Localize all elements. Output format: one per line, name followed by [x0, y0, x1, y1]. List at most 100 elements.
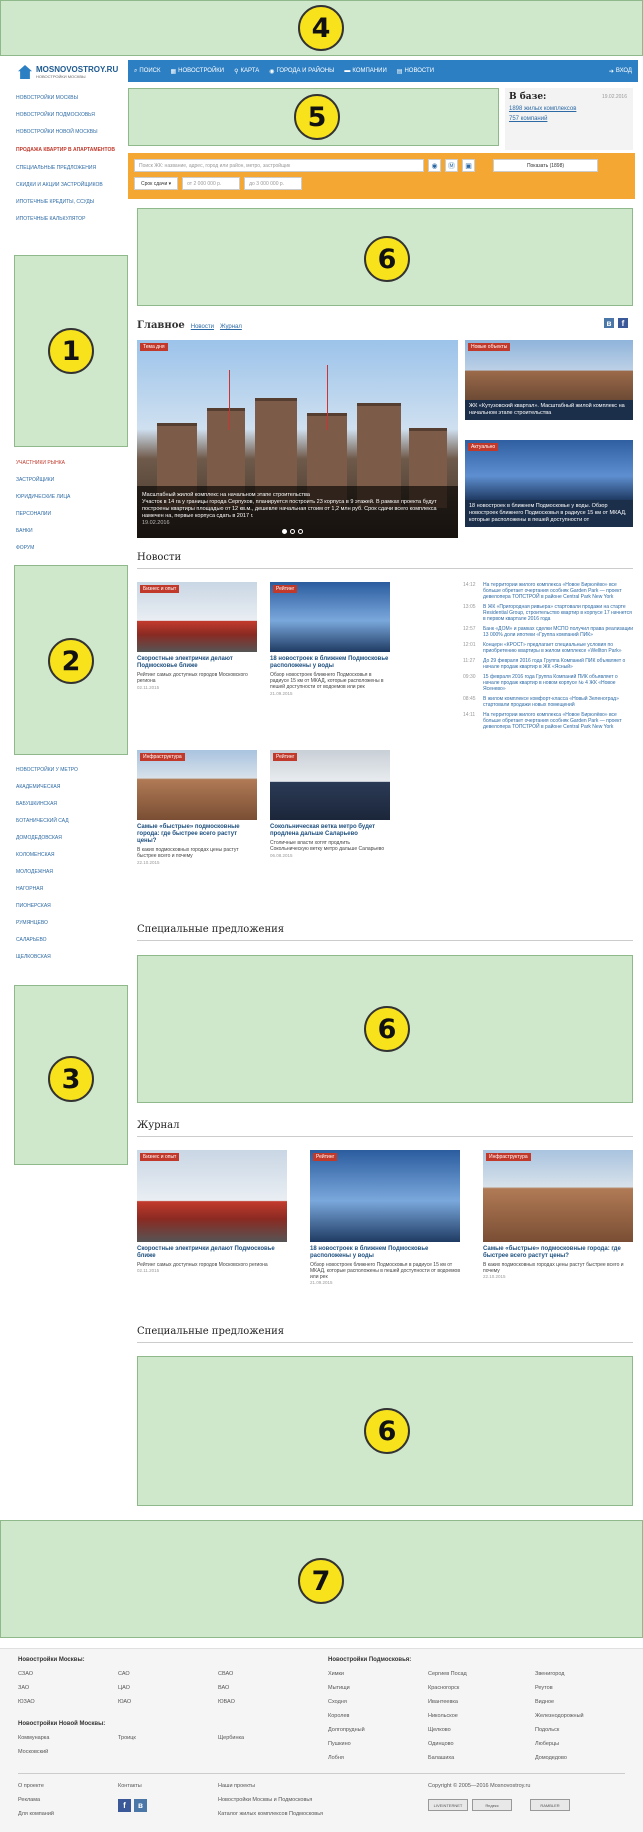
footer-link[interactable]: Щелково [428, 1727, 451, 1733]
news-feed-item[interactable]: 14:12 На территории жилого комплекса «Нов… [463, 582, 635, 600]
footer-project-link[interactable]: Новостройки Москвы и Подмосковья [218, 1797, 312, 1803]
footer-about-link[interactable]: О проекте [18, 1783, 44, 1789]
footer-link[interactable]: Балашиха [428, 1755, 454, 1761]
sidebar-item-region[interactable]: НОВОСТРОЙКИ ПОДМОСКОВЬЯ [16, 107, 128, 124]
sidebar-item-calculator[interactable]: ИПОТЕЧНЫЕ КАЛЬКУЛЯТОР [16, 211, 128, 228]
facebook-icon[interactable]: f [118, 1799, 131, 1812]
sidebar-item-metro-5[interactable]: КОЛОМЕНСКАЯ [16, 847, 128, 864]
sidebar-item-market[interactable]: УЧАСТНИКИ РЫНКА [16, 455, 128, 472]
sidebar-item-sale[interactable]: ПРОДАЖА КВАРТИР В АПАРТАМЕНТОВ [16, 147, 128, 154]
footer-link[interactable]: Домодедово [535, 1755, 567, 1761]
footer-project-link[interactable]: Каталог жилых комплексов Подмосковья [218, 1811, 323, 1817]
news-feed-item[interactable]: 14:11 На территории жилого комплекса «Нов… [463, 712, 635, 730]
nav-search[interactable]: ⌕ ПОИСК [134, 68, 161, 75]
sidebar-item-special[interactable]: СПЕЦИАЛЬНЫЕ ПРЕДЛОЖЕНИЯ [16, 160, 128, 177]
sidebar-item-metro-6[interactable]: МОЛОДЕЖНАЯ [16, 864, 128, 881]
footer-link[interactable]: Королев [328, 1713, 349, 1719]
nav-newbuilds[interactable]: ▦ НОВОСТРОЙКИ [171, 68, 225, 75]
login-link[interactable]: ➔ ВХОД [609, 68, 632, 75]
journal-card[interactable]: Бизнес и опыт Скоростные электрички дела… [137, 1150, 287, 1273]
complexes-count-link[interactable]: 1898 жилых комплексов [509, 106, 629, 112]
footer-link[interactable]: Сергиев Посад [428, 1671, 467, 1677]
footer-link[interactable]: Подольск [535, 1727, 559, 1733]
sidebar-item-metro-10[interactable]: САЛАРЬЕВО [16, 932, 128, 949]
map-filter-icon[interactable]: ▣ [462, 159, 475, 172]
counter-badge[interactable]: LIVEINTERNET [428, 1799, 468, 1811]
footer-link[interactable]: ЦАО [118, 1685, 130, 1691]
counter-badge[interactable]: Яндекс [472, 1799, 512, 1811]
journal-card[interactable]: Рейтинг 18 новостроек в ближнем Подмоско… [310, 1150, 460, 1285]
metro-filter-icon[interactable]: Ⓜ [445, 159, 458, 172]
sidebar-item-metro-8[interactable]: ПИОНЕРСКАЯ [16, 898, 128, 915]
sidebar-item-metro-3[interactable]: БОТАНИЧЕСКИЙ САД [16, 813, 128, 830]
nav-news[interactable]: ▤ НОВОСТИ [397, 68, 434, 75]
sidebar-item-metro-7[interactable]: НАГОРНАЯ [16, 881, 128, 898]
news-feed-item[interactable]: 12:57 Банк «ДОМ» и рамках сделки МСПО пол… [463, 626, 635, 638]
sidebar-item-persons[interactable]: ПЕРСОНАЛИИ [16, 506, 128, 523]
hero-slider[interactable]: Тема дня Масштабный жилой комплекс на на… [137, 340, 458, 538]
footer-link[interactable]: Звенигород [535, 1671, 565, 1677]
news-card[interactable]: Бизнес и опыт Скоростные электрички дела… [137, 582, 257, 690]
footer-link[interactable]: Щербинка [218, 1735, 244, 1741]
footer-link[interactable]: Московский [18, 1749, 48, 1755]
sidebar-item-builders[interactable]: ЗАСТРОЙЩИКИ [16, 472, 128, 489]
show-results-button[interactable]: Показать (1898) [493, 159, 598, 172]
companies-count-link[interactable]: 757 компаний [509, 116, 629, 122]
footer-link[interactable]: Реутов [535, 1685, 553, 1691]
tab-news[interactable]: Новости [191, 324, 214, 330]
slider-dot[interactable] [282, 529, 287, 534]
news-feed-item[interactable]: 13:05 В ЖК «Пригородная ривьера» стартова… [463, 604, 635, 622]
sidebar-item-discounts[interactable]: СКИДКИ И АКЦИИ ЗАСТРОЙЩИКОВ [16, 177, 128, 194]
footer-link[interactable]: ЗАО [18, 1685, 29, 1691]
footer-link[interactable]: Люберцы [535, 1741, 559, 1747]
footer-link[interactable]: ЮВАО [218, 1699, 235, 1705]
news-feed-item[interactable]: 09:30 15 февраля 2016 года Группа Компани… [463, 674, 635, 692]
price-to-input[interactable]: до 3 000 000 р. [244, 177, 303, 190]
sidebar-item-banks[interactable]: БАНКИ [16, 523, 128, 540]
footer-link[interactable]: ЮАО [118, 1699, 131, 1705]
news-card[interactable]: Рейтинг 18 новостроек в ближнем Подмоско… [270, 582, 390, 696]
footer-link[interactable]: Троицк [118, 1735, 136, 1741]
side-card[interactable]: Новые объекты ЖК «Кутузовский квартал». … [465, 340, 633, 435]
journal-card[interactable]: Инфраструктура Самые «быстрые» подмосков… [483, 1150, 633, 1279]
sidebar-item-metro-11[interactable]: ЩЕЛКОВСКАЯ [16, 949, 128, 966]
slider-dot[interactable] [298, 529, 303, 534]
search-input[interactable]: Поиск ЖК: название, адрес, город или рай… [134, 159, 424, 172]
nav-cities[interactable]: ◉ ГОРОДА И РАЙОНЫ [269, 68, 334, 75]
vk-icon[interactable]: в [134, 1799, 147, 1812]
news-feed-item[interactable]: 12:01 Концерн «КРОСТ» предлагает специаль… [463, 642, 635, 654]
footer-link[interactable]: Никольское [428, 1713, 458, 1719]
footer-link[interactable]: Одинцово [428, 1741, 454, 1747]
sidebar-item-mortgage[interactable]: ИПОТЕЧНЫЕ КРЕДИТЫ, ССУДЫ [16, 194, 128, 211]
sidebar-item-metro-9[interactable]: РУМЯНЦЕВО [16, 915, 128, 932]
footer-link[interactable]: Лобня [328, 1755, 344, 1761]
footer-link[interactable]: Красногорск [428, 1685, 459, 1691]
tab-main[interactable]: Главное [137, 320, 185, 331]
slider-dot[interactable] [290, 529, 295, 534]
location-filter-icon[interactable]: ◉ [428, 159, 441, 172]
sidebar-item-metro[interactable]: НОВОСТРОЙКИ У МЕТРО [16, 762, 128, 779]
footer-link[interactable]: Видное [535, 1699, 554, 1705]
sidebar-item-moscow[interactable]: НОВОСТРОЙКИ МОСКВЫ [16, 90, 128, 107]
footer-contacts-link[interactable]: Контакты [118, 1783, 142, 1789]
footer-link[interactable]: Пушкино [328, 1741, 351, 1747]
sidebar-item-metro-4[interactable]: ДОМОДЕДОВСКАЯ [16, 830, 128, 847]
footer-link[interactable]: СЗАО [18, 1671, 33, 1677]
footer-link[interactable]: Долгопрудный [328, 1727, 365, 1733]
news-feed-item[interactable]: 08:45 В жилом комплексе комфорт-класса «Н… [463, 696, 635, 708]
price-from-input[interactable]: от 2 000 000 р. [182, 177, 241, 190]
nav-map[interactable]: ⚲ КАРТА [234, 68, 259, 75]
footer-link[interactable]: Сходня [328, 1699, 347, 1705]
footer-link[interactable]: САО [118, 1671, 130, 1677]
footer-link[interactable]: Железнодорожный [535, 1713, 584, 1719]
hero-title[interactable]: Масштабный жилой комплекс на начальном э… [142, 492, 453, 499]
footer-link[interactable]: Химки [328, 1671, 344, 1677]
news-card[interactable]: Инфраструктура Самые «быстрые» подмосков… [137, 750, 257, 865]
sidebar-item-metro-1[interactable]: АКАДЕМИЧЕСКАЯ [16, 779, 128, 796]
sidebar-item-metro-2[interactable]: БАБУШКИНСКАЯ [16, 796, 128, 813]
sidebar-item-new-moscow[interactable]: НОВОСТРОЙКИ НОВОЙ МОСКВЫ [16, 124, 128, 141]
footer-link[interactable]: ЮЗАО [18, 1699, 35, 1705]
footer-link[interactable]: Мытищи [328, 1685, 350, 1691]
footer-companies-link[interactable]: Для компаний [18, 1811, 54, 1817]
facebook-icon[interactable]: f [618, 318, 628, 328]
